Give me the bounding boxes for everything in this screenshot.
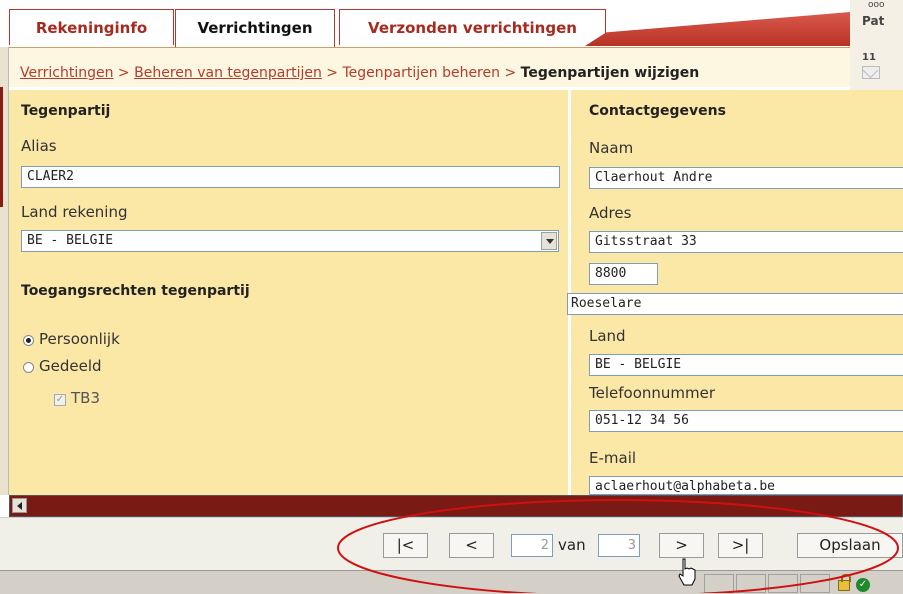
checkbox-tb3[interactable]: ✓ [54,394,66,406]
telefoon-label: Telefoonnummer [589,384,716,402]
counterparty-panel: Tegenpartij Alias CLAER2 Land rekening B… [9,90,568,495]
horizontal-scrollbar[interactable] [9,495,903,517]
header-decoration [585,12,850,46]
status-cell [736,574,766,593]
van-label: van [558,536,586,554]
adres-label: Adres [589,204,632,222]
contact-title: Contactgegevens [589,103,726,119]
land-rekening-label: Land rekening [21,203,128,221]
gemeente-input[interactable]: Roeselare [567,293,903,315]
breadcrumb-separator: > [504,65,517,81]
browser-status-bar [0,570,903,594]
breadcrumb: Verrichtingen > Beheren van tegenpartije… [9,47,850,87]
scroll-left-icon[interactable] [12,498,27,513]
breadcrumb-link-verrichtingen[interactable]: Verrichtingen [20,65,113,81]
mail-icon[interactable] [862,66,880,79]
left-frame-edge [0,47,9,495]
tab-bar: Rekeninginfo Verrichtingen Verzonden ver… [0,0,903,48]
next-page-button[interactable]: > [659,533,704,558]
hand-cursor-icon [678,558,696,586]
status-cell [768,574,798,593]
user-name: Pat [862,14,885,28]
tab-rekeninginfo[interactable]: Rekeninginfo [9,9,174,45]
breadcrumb-item-tegenpartijen-beheren: Tegenpartijen beheren [342,65,500,81]
check-icon: ✓ [856,578,870,592]
land-input[interactable]: BE - BELGIE [589,354,903,376]
naam-label: Naam [589,139,634,157]
contact-panel: Contactgegevens Naam Claerhout Andre Adr… [567,90,903,495]
save-button[interactable]: Opslaan [797,533,903,558]
breadcrumb-separator: > [117,65,130,81]
checkbox-tb3-label: TB3 [71,389,100,407]
breadcrumb-current: Tegenpartijen wijzigen [520,65,700,81]
naam-input[interactable]: Claerhout Andre [589,167,903,189]
alias-label: Alias [21,137,57,155]
header-top-text: ooo [868,0,885,10]
status-cell [704,574,734,593]
email-label: E-mail [589,449,637,467]
tab-verzonden-verrichtingen[interactable]: Verzonden verrichtingen [339,9,606,45]
total-pages-field: 3 [598,534,640,557]
pager-footer: |< < 2 van 3 > >| Opslaan [0,517,903,571]
first-page-button[interactable]: |< [383,533,428,558]
land-rekening-value: BE - BELGIE [27,233,114,248]
tab-verzonden-verrichtingen-label: Verzonden verrichtingen [368,19,577,37]
postcode-input[interactable]: 8800 [589,263,658,285]
lock-icon [838,574,851,591]
last-page-button[interactable]: >| [718,533,763,558]
radio-gedeeld[interactable] [23,362,34,373]
adres-input[interactable]: Gitsstraat 33 [589,231,903,253]
radio-gedeeld-label[interactable]: Gedeeld [39,357,102,375]
telefoon-input[interactable]: 051-12 34 56 [589,410,903,432]
current-page-input[interactable]: 2 [511,534,553,557]
mail-count: 11 [862,52,876,63]
radio-persoonlijk[interactable] [23,335,34,346]
land-label: Land [589,327,626,345]
email-input[interactable]: aclaerhout@alphabeta.be [589,476,903,495]
tab-verrichtingen[interactable]: Verrichtingen [175,9,335,48]
breadcrumb-separator: > [326,65,339,81]
status-cell [800,574,830,593]
radio-persoonlijk-label[interactable]: Persoonlijk [39,330,120,348]
access-rights-title: Toegangsrechten tegenpartij [21,283,250,299]
counterparty-title: Tegenpartij [21,103,111,119]
dropdown-arrow-icon[interactable] [541,232,557,250]
alias-input[interactable]: CLAER2 [21,166,560,188]
tab-verrichtingen-label: Verrichtingen [197,19,313,37]
tab-rekeninginfo-label: Rekeninginfo [35,19,148,37]
breadcrumb-link-beheren[interactable]: Beheren van tegenpartijen [134,65,322,81]
previous-page-button[interactable]: < [449,533,494,558]
land-rekening-select[interactable]: BE - BELGIE [21,230,559,252]
